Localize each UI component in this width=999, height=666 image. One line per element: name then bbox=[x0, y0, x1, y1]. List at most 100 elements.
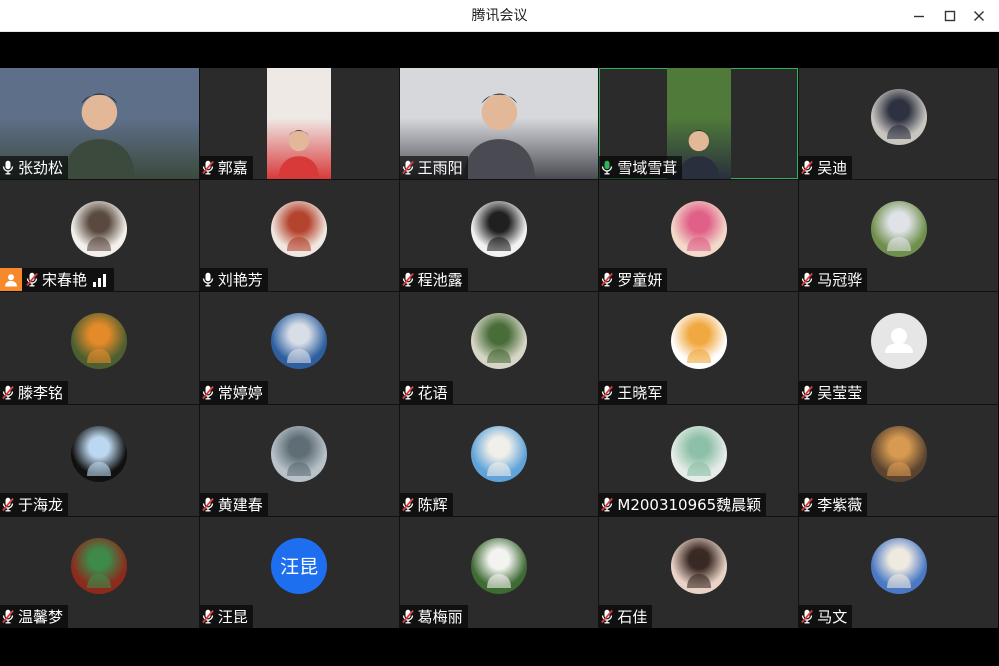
participant-namebar: 马文 bbox=[799, 604, 853, 628]
mic-muted-icon bbox=[401, 272, 416, 288]
participant-namebar: 吴莹莹 bbox=[799, 380, 868, 404]
participant-name: 葛梅丽 bbox=[417, 607, 463, 626]
participant-avatar bbox=[870, 313, 927, 370]
mic-icon bbox=[2, 160, 16, 176]
participant-name: 吴莹莹 bbox=[817, 383, 863, 402]
mic-muted-icon bbox=[201, 608, 216, 624]
participant-tile[interactable]: 陈辉 bbox=[399, 404, 599, 516]
participant-avatar bbox=[271, 313, 328, 370]
participant-namebar: 张劲松 bbox=[0, 156, 69, 180]
participant-name: 刘艳芳 bbox=[217, 271, 263, 290]
close-button[interactable] bbox=[967, 4, 991, 28]
avatar-photo-icon bbox=[886, 218, 911, 252]
avatar-photo-icon bbox=[886, 442, 911, 476]
mic-muted-icon bbox=[601, 496, 615, 512]
participant-namebar: 汪昆 bbox=[199, 604, 253, 628]
participant-namebar: 吴迪 bbox=[799, 156, 853, 180]
participant-namebar: 滕李铭 bbox=[0, 380, 69, 404]
participant-avatar bbox=[870, 425, 927, 482]
mic-muted-icon bbox=[201, 496, 216, 512]
participant-name: 汪昆 bbox=[217, 607, 248, 626]
participant-namebar: M200310965魏晨颖 bbox=[599, 492, 767, 516]
signal-icon bbox=[93, 273, 109, 287]
participant-namebar: 雪域雪茸 bbox=[599, 156, 683, 180]
mic-muted-icon bbox=[26, 272, 40, 288]
participant-namebar: 郭嘉 bbox=[199, 156, 253, 180]
avatar-photo-icon bbox=[686, 554, 711, 588]
participant-tile[interactable]: 黄建春 bbox=[199, 404, 399, 516]
participant-name: 李紫薇 bbox=[817, 495, 863, 514]
participant-namebar: 石佳 bbox=[599, 604, 653, 628]
participant-name: 于海龙 bbox=[18, 495, 64, 514]
avatar-photo-icon bbox=[287, 218, 312, 252]
avatar-photo-icon bbox=[686, 218, 711, 252]
title-bar: 腾讯会议 bbox=[0, 0, 999, 32]
participant-tile[interactable]: 温馨梦 bbox=[0, 516, 199, 628]
participant-avatar bbox=[71, 537, 128, 594]
avatar-photo-icon bbox=[886, 554, 911, 588]
participant-video bbox=[267, 68, 332, 180]
participant-namebar: 程池露 bbox=[399, 268, 468, 292]
mic-muted-icon bbox=[401, 608, 416, 624]
participant-tile[interactable]: 罗童妍 bbox=[599, 180, 799, 292]
mic-muted-icon bbox=[2, 384, 16, 400]
participant-tile[interactable]: 汪昆 汪昆 bbox=[199, 516, 399, 628]
participant-tile[interactable]: 花语 bbox=[399, 292, 599, 404]
participant-avatar bbox=[470, 313, 527, 370]
participant-tile[interactable]: 宋春艳 bbox=[0, 180, 199, 292]
bottom-band bbox=[0, 628, 999, 666]
participant-tile[interactable]: 程池露 bbox=[399, 180, 599, 292]
participant-tile[interactable]: 李紫薇 bbox=[799, 404, 998, 516]
avatar-text: 汪昆 bbox=[280, 556, 319, 579]
participant-tile[interactable]: 常婷婷 bbox=[199, 292, 399, 404]
participant-namebar: 温馨梦 bbox=[0, 604, 69, 628]
avatar-photo-icon bbox=[686, 330, 711, 364]
participant-tile[interactable]: 张劲松 bbox=[0, 68, 199, 180]
participant-tile[interactable]: 马冠骅 bbox=[799, 180, 998, 292]
participant-tile[interactable]: 雪域雪茸 bbox=[599, 68, 799, 180]
participant-tile[interactable]: 于海龙 bbox=[0, 404, 199, 516]
participant-namebar: 王晓军 bbox=[599, 380, 668, 404]
avatar-photo-icon bbox=[87, 330, 112, 364]
mic-muted-icon bbox=[601, 384, 615, 400]
participant-namebar: 马冠骅 bbox=[799, 268, 868, 292]
maximize-button[interactable] bbox=[938, 4, 962, 28]
participant-namebar: 常婷婷 bbox=[199, 380, 268, 404]
participant-tile[interactable]: 马文 bbox=[799, 516, 998, 628]
participant-name: 王晓军 bbox=[617, 383, 663, 402]
participant-name: 宋春艳 bbox=[42, 271, 88, 290]
participant-avatar bbox=[271, 201, 328, 258]
participant-tile[interactable]: M200310965魏晨颖 bbox=[599, 404, 799, 516]
participant-avatar bbox=[71, 425, 128, 482]
participant-avatar bbox=[470, 201, 527, 258]
default-user-icon bbox=[884, 328, 913, 354]
participant-tile[interactable]: 葛梅丽 bbox=[399, 516, 599, 628]
participant-avatar bbox=[670, 313, 727, 370]
participant-name: 温馨梦 bbox=[18, 607, 64, 626]
participant-tile[interactable]: 吴莹莹 bbox=[799, 292, 998, 404]
participant-avatar bbox=[71, 201, 128, 258]
participant-avatar bbox=[670, 537, 727, 594]
mic-muted-icon bbox=[801, 160, 815, 176]
window-title: 腾讯会议 bbox=[471, 8, 528, 24]
mic-icon bbox=[202, 272, 216, 288]
avatar-photo-icon bbox=[87, 554, 112, 588]
mic-muted-icon bbox=[801, 272, 815, 288]
participant-name: 石佳 bbox=[617, 607, 648, 626]
participant-tile[interactable]: 王雨阳 bbox=[399, 68, 599, 180]
participant-tile[interactable]: 刘艳芳 bbox=[199, 180, 399, 292]
participant-avatar bbox=[470, 537, 527, 594]
participant-tile[interactable]: 滕李铭 bbox=[0, 292, 199, 404]
participant-name: 花语 bbox=[417, 383, 448, 402]
participant-tile[interactable]: 王晓军 bbox=[599, 292, 799, 404]
participant-name: 常婷婷 bbox=[217, 383, 263, 402]
participant-tile[interactable]: 石佳 bbox=[599, 516, 799, 628]
mic-muted-icon bbox=[801, 496, 815, 512]
participant-tile[interactable]: 吴迪 bbox=[799, 68, 998, 180]
participant-namebar: 葛梅丽 bbox=[399, 604, 468, 628]
participant-tile[interactable]: 郭嘉 bbox=[199, 68, 399, 180]
minimize-button[interactable] bbox=[907, 4, 931, 28]
participant-avatar bbox=[870, 88, 927, 145]
participant-namebar: 宋春艳 bbox=[0, 268, 115, 292]
participant-avatar bbox=[670, 425, 727, 482]
